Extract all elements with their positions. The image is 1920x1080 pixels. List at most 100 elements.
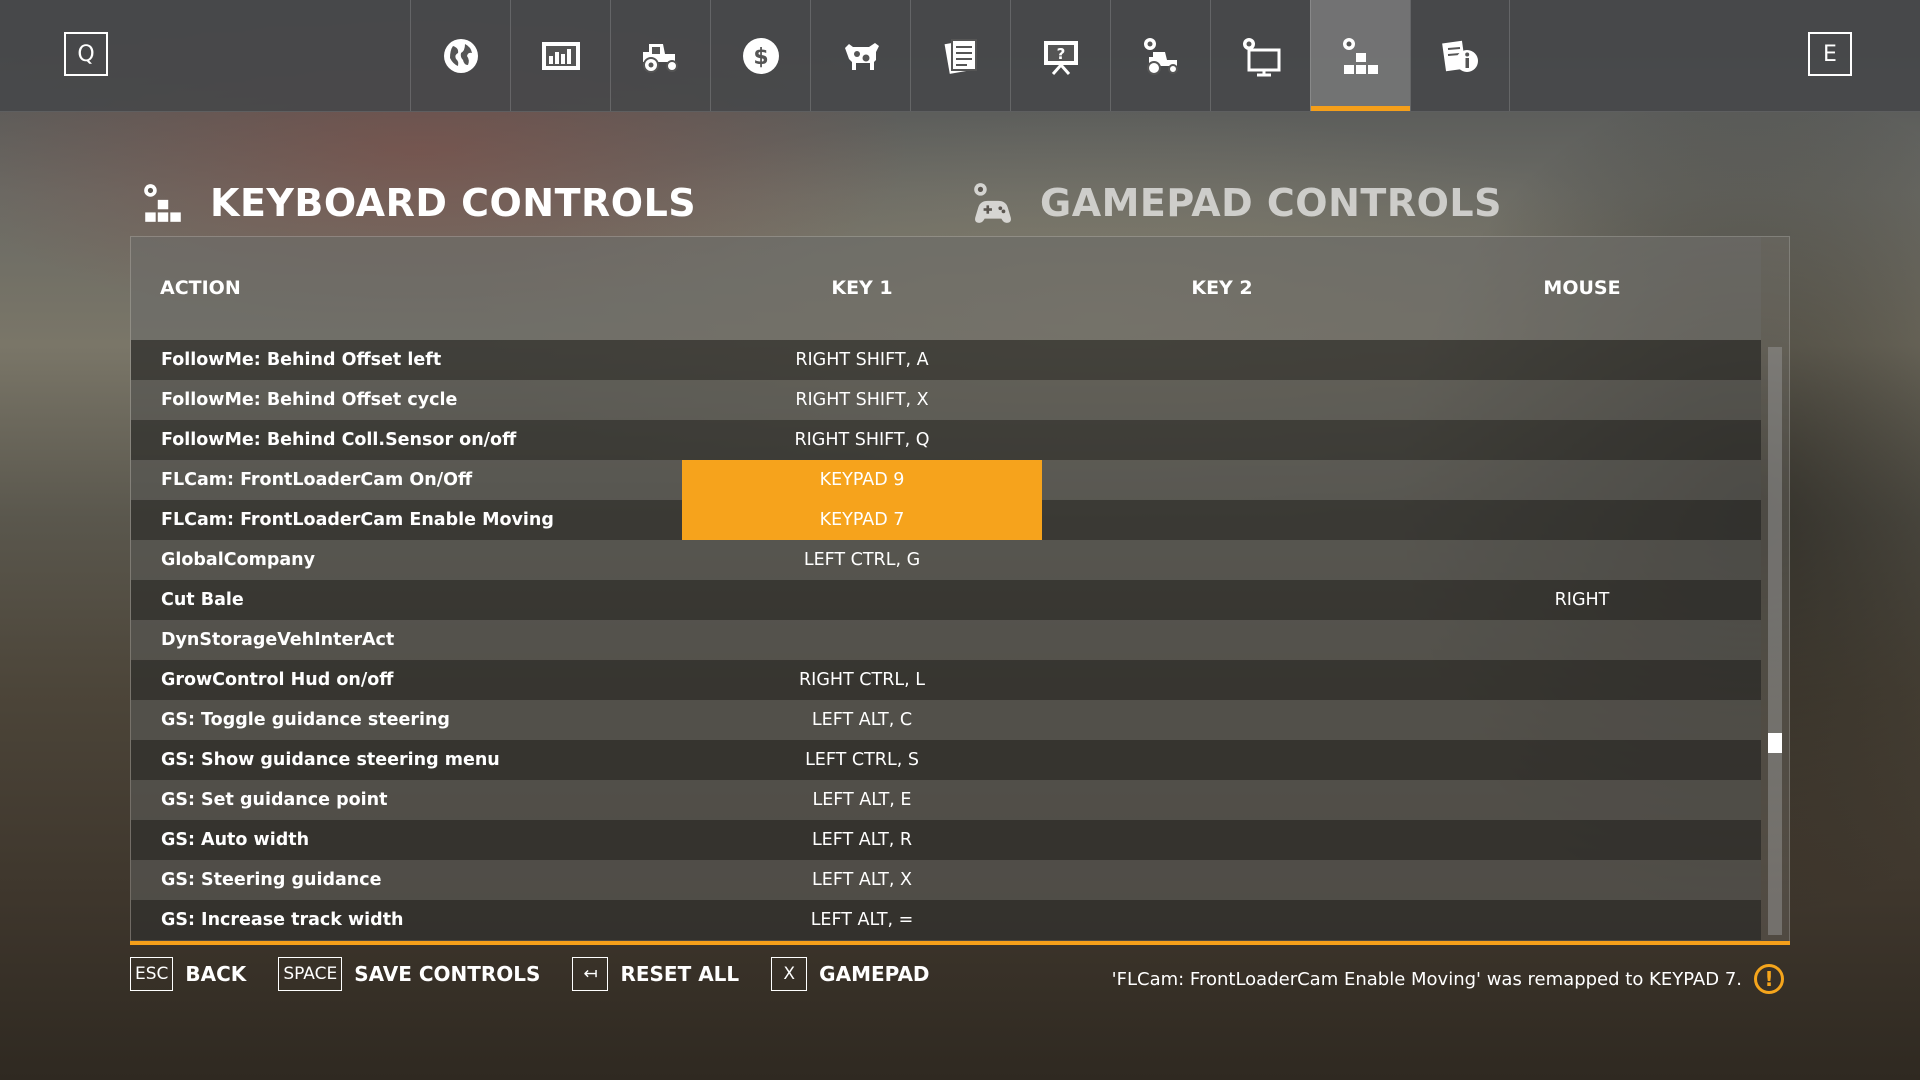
table-row[interactable]: DynStorageVehInterAct	[131, 620, 1761, 660]
table-row[interactable]: GS: Increase track width LEFT ALT, =	[131, 900, 1761, 940]
table-row[interactable]: GS: Show guidance steering menu LEFT CTR…	[131, 740, 1761, 780]
tab-vehicles[interactable]	[610, 0, 710, 111]
table-row[interactable]: GrowControl Hud on/off RIGHT CTRL, L	[131, 660, 1761, 700]
key2-binding[interactable]	[1042, 580, 1402, 620]
next-page-key-hint[interactable]: E	[1808, 32, 1852, 76]
table-row[interactable]: FLCam: FrontLoaderCam Enable Moving KEYP…	[131, 500, 1761, 540]
key1-binding[interactable]	[682, 620, 1042, 660]
key2-binding[interactable]	[1042, 420, 1402, 460]
table-row[interactable]: GlobalCompany LEFT CTRL, G	[131, 540, 1761, 580]
key2-binding[interactable]	[1042, 780, 1402, 820]
key1-binding[interactable]: LEFT ALT, E	[682, 780, 1042, 820]
key2-binding[interactable]	[1042, 900, 1402, 940]
key2-binding[interactable]	[1042, 700, 1402, 740]
mouse-binding[interactable]	[1402, 660, 1762, 700]
table-row[interactable]: GS: Auto width LEFT ALT, R	[131, 820, 1761, 860]
action-label: GrowControl Hud on/off	[161, 670, 394, 690]
back-label: BACK	[185, 962, 247, 986]
scrollbar-track[interactable]	[1768, 347, 1782, 935]
mouse-binding[interactable]	[1402, 820, 1762, 860]
table-row[interactable]: FollowMe: Behind Offset cycle RIGHT SHIF…	[131, 380, 1761, 420]
controls-settings-icon	[1342, 37, 1378, 74]
key2-binding[interactable]	[1042, 540, 1402, 580]
column-header-key1: KEY 1	[831, 277, 893, 299]
gamepad-button[interactable]: X GAMEPAD	[771, 957, 930, 991]
action-label: GS: Set guidance point	[161, 790, 388, 810]
table-row[interactable]: GS: Set guidance point LEFT ALT, E	[131, 780, 1761, 820]
tab-statistics[interactable]	[510, 0, 610, 111]
tab-display-settings[interactable]	[1210, 0, 1310, 111]
key1-binding[interactable]: LEFT CTRL, S	[682, 740, 1042, 780]
key1-binding[interactable]: RIGHT CTRL, L	[682, 660, 1042, 700]
key2-binding[interactable]	[1042, 340, 1402, 380]
mouse-binding[interactable]	[1402, 620, 1762, 660]
key2-binding[interactable]	[1042, 620, 1402, 660]
mouse-binding[interactable]	[1402, 500, 1762, 540]
action-label: GS: Toggle guidance steering	[161, 710, 450, 730]
tab-finances[interactable]: $	[710, 0, 810, 111]
key1-binding[interactable]: RIGHT SHIFT, Q	[682, 420, 1042, 460]
mouse-binding[interactable]	[1402, 700, 1762, 740]
table-row[interactable]: GS: Toggle guidance steering LEFT ALT, C	[131, 700, 1761, 740]
controls-table: ACTION KEY 1 KEY 2 MOUSE FollowMe: Behin…	[130, 236, 1790, 945]
reset-all-button[interactable]: ↤ RESET ALL	[572, 957, 739, 991]
save-controls-button[interactable]: SPACE SAVE CONTROLS	[278, 957, 540, 991]
key1-binding[interactable]: LEFT ALT, X	[682, 860, 1042, 900]
info-icon	[1442, 40, 1478, 72]
key1-binding[interactable]: KEYPAD 7	[682, 500, 1042, 540]
mouse-binding[interactable]	[1402, 540, 1762, 580]
scrollbar-thumb[interactable]	[1768, 733, 1782, 753]
finances-icon: $	[742, 37, 779, 74]
action-label: GS: Auto width	[161, 830, 310, 850]
table-row[interactable]: FollowMe: Behind Coll.Sensor on/off RIGH…	[131, 420, 1761, 460]
key1-binding[interactable]: RIGHT SHIFT, A	[682, 340, 1042, 380]
action-label: GlobalCompany	[161, 550, 316, 570]
key2-binding[interactable]	[1042, 820, 1402, 860]
mouse-binding[interactable]	[1402, 460, 1762, 500]
column-header-action: ACTION	[160, 277, 241, 299]
display-settings-icon	[1242, 37, 1280, 76]
key1-binding[interactable]: KEYPAD 9	[682, 460, 1042, 500]
mouse-binding[interactable]	[1402, 780, 1762, 820]
mouse-binding[interactable]	[1402, 420, 1762, 460]
menu-tabs: $ ?	[410, 0, 1510, 111]
back-button[interactable]: ESC BACK	[130, 957, 246, 991]
table-row[interactable]: Cut Bale RIGHT	[131, 580, 1761, 620]
action-label: GS: Increase track width	[161, 910, 404, 930]
key2-binding[interactable]	[1042, 660, 1402, 700]
backspace-key-hint: ↤	[572, 957, 609, 991]
key2-binding[interactable]	[1042, 860, 1402, 900]
tab-contracts[interactable]	[910, 0, 1010, 111]
keyboard-controls-heading[interactable]: KEYBOARD CONTROLS	[140, 180, 696, 226]
tab-controls-settings[interactable]	[1310, 0, 1410, 111]
mouse-binding[interactable]	[1402, 340, 1762, 380]
key1-binding[interactable]: RIGHT SHIFT, X	[682, 380, 1042, 420]
key2-binding[interactable]	[1042, 380, 1402, 420]
action-label: FollowMe: Behind Offset left	[161, 350, 442, 370]
tab-vehicle-settings[interactable]	[1110, 0, 1210, 111]
tab-animals[interactable]	[810, 0, 910, 111]
key1-binding[interactable]: LEFT ALT, =	[682, 900, 1042, 940]
table-header: ACTION KEY 1 KEY 2 MOUSE	[131, 237, 1761, 340]
mouse-binding[interactable]: RIGHT	[1402, 580, 1762, 620]
tab-help[interactable]: ?	[1010, 0, 1110, 111]
gamepad-controls-heading[interactable]: GAMEPAD CONTROLS	[970, 180, 1502, 226]
key1-binding[interactable]: LEFT ALT, R	[682, 820, 1042, 860]
tab-map[interactable]	[410, 0, 510, 111]
tab-info[interactable]	[1410, 0, 1510, 111]
table-row[interactable]: FLCam: FrontLoaderCam On/Off KEYPAD 9	[131, 460, 1761, 500]
key1-binding[interactable]: LEFT ALT, C	[682, 700, 1042, 740]
keyboard-controls-title: KEYBOARD CONTROLS	[210, 181, 697, 225]
table-row[interactable]: GS: Steering guidance LEFT ALT, X	[131, 860, 1761, 900]
key1-binding[interactable]	[682, 580, 1042, 620]
key2-binding[interactable]	[1042, 460, 1402, 500]
mouse-binding[interactable]	[1402, 740, 1762, 780]
table-row[interactable]: FollowMe: Behind Offset left RIGHT SHIFT…	[131, 340, 1761, 380]
key1-binding[interactable]: LEFT CTRL, G	[682, 540, 1042, 580]
mouse-binding[interactable]	[1402, 860, 1762, 900]
mouse-binding[interactable]	[1402, 380, 1762, 420]
key2-binding[interactable]	[1042, 740, 1402, 780]
key2-binding[interactable]	[1042, 500, 1402, 540]
prev-page-key-hint[interactable]: Q	[64, 32, 108, 76]
mouse-binding[interactable]	[1402, 900, 1762, 940]
